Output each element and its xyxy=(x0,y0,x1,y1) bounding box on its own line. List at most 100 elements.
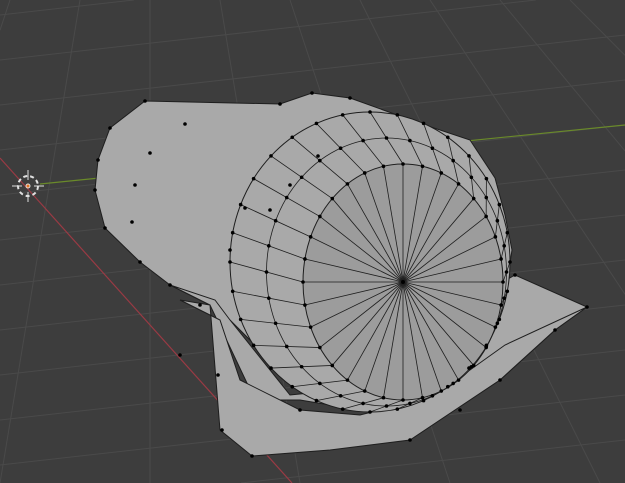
mesh-vertex xyxy=(228,260,232,264)
mesh-vertex xyxy=(502,296,506,300)
mesh-vertex xyxy=(471,196,476,201)
mesh-vertex xyxy=(290,384,295,389)
mesh-vertex xyxy=(96,158,100,162)
mesh-vertex xyxy=(316,154,320,158)
mesh-vertex xyxy=(451,381,455,386)
mesh-vertex xyxy=(362,171,367,175)
mesh-vertex xyxy=(484,176,489,181)
mesh-vertex xyxy=(458,408,462,412)
mesh-vertex xyxy=(493,235,498,239)
mesh-vertex xyxy=(251,176,256,181)
mesh-vertex xyxy=(230,230,235,235)
mesh-vertex xyxy=(338,393,343,398)
mesh-vertex xyxy=(183,122,187,126)
mesh-vertex xyxy=(318,214,322,219)
mesh-vertex xyxy=(318,158,322,163)
mesh-vertex xyxy=(340,407,345,411)
mesh-vertex xyxy=(381,395,386,400)
mesh-vertex xyxy=(308,325,313,329)
mesh-vertex xyxy=(103,226,107,230)
mesh-vertex xyxy=(238,202,243,207)
mesh-vertex xyxy=(401,162,405,166)
mesh-vertex xyxy=(408,438,412,442)
mesh-vertex xyxy=(269,366,273,370)
mesh-vertex xyxy=(395,407,400,411)
mesh-vertex xyxy=(267,244,271,248)
mesh-vertex xyxy=(298,408,302,412)
mesh-vertex xyxy=(220,428,224,432)
mesh-vertex xyxy=(273,321,278,326)
mesh-vertex xyxy=(361,138,365,143)
grid-line xyxy=(499,0,625,152)
mesh-vertex xyxy=(273,218,278,223)
mesh-vertex xyxy=(499,303,503,307)
mesh-vertex xyxy=(497,317,502,322)
mesh-vertex xyxy=(467,154,471,158)
mesh-vertex xyxy=(133,183,137,187)
3d-viewport[interactable] xyxy=(0,0,625,483)
mesh-vertex xyxy=(505,289,510,294)
mesh-vertex xyxy=(513,273,517,277)
mesh-vertex xyxy=(269,154,273,158)
mesh-vertex xyxy=(420,395,425,400)
mesh-vertex xyxy=(502,244,506,248)
mesh-vertex xyxy=(243,206,247,210)
mesh-vertex xyxy=(264,270,269,274)
mesh-vertex xyxy=(505,230,510,235)
mesh-vertex xyxy=(318,345,322,350)
mesh-vertex xyxy=(330,363,335,368)
mesh-vertex xyxy=(148,151,152,155)
mesh-vertex xyxy=(308,235,313,239)
mesh-vertex xyxy=(420,164,425,169)
mesh-vertex xyxy=(408,138,412,143)
mesh-vertex xyxy=(495,321,500,326)
grid-line xyxy=(0,0,134,16)
mesh-vertex xyxy=(310,91,314,95)
mesh-vertex xyxy=(130,220,134,224)
mesh-vertex xyxy=(340,113,345,117)
mesh-vertex xyxy=(508,260,512,264)
mesh-vertex xyxy=(384,404,389,408)
mesh-vertex xyxy=(421,121,426,126)
mesh-vertex xyxy=(290,135,295,140)
3d-cursor-icon[interactable] xyxy=(12,170,44,202)
mesh-vertex xyxy=(439,389,444,393)
mesh-vertex xyxy=(368,410,372,414)
mesh-vertex xyxy=(267,296,271,300)
mesh-vertex xyxy=(497,202,502,207)
viewport-canvas[interactable] xyxy=(0,0,625,483)
mesh-vertex xyxy=(362,389,367,393)
mesh-vertex xyxy=(330,196,335,201)
mesh-object[interactable] xyxy=(93,91,589,458)
mesh-vertex xyxy=(318,381,322,386)
mesh-vertex xyxy=(314,398,319,403)
mesh-vertex xyxy=(198,303,202,307)
mesh-vertex xyxy=(445,135,450,140)
mesh-vertex xyxy=(430,146,435,151)
mesh-vertex xyxy=(553,328,557,332)
mesh-vertex xyxy=(216,373,220,377)
mesh-vertex xyxy=(301,280,305,284)
mesh-vertex xyxy=(278,102,282,106)
mesh-vertex xyxy=(451,158,455,163)
mesh-vertex xyxy=(445,384,450,389)
mesh-vertex xyxy=(456,182,461,186)
mesh-vertex xyxy=(469,364,474,369)
mesh-vertex xyxy=(93,188,97,192)
mesh-vertex xyxy=(108,126,112,130)
mesh-vertex xyxy=(484,214,488,219)
mesh-vertex xyxy=(401,398,405,402)
mesh-vertex xyxy=(338,146,343,151)
mesh-vertex xyxy=(178,353,182,357)
mesh-vertex xyxy=(501,280,505,284)
mesh-vertex xyxy=(299,364,304,369)
mesh-vertex xyxy=(499,257,503,261)
mesh-vertex xyxy=(345,182,350,186)
grid-line xyxy=(569,0,625,56)
mesh-vertex xyxy=(384,136,389,140)
mesh-vertex xyxy=(381,164,386,169)
mesh-vertex xyxy=(299,175,304,180)
grid-line xyxy=(0,0,536,61)
mesh-vertex xyxy=(493,325,498,329)
mesh-vertex xyxy=(230,289,235,294)
